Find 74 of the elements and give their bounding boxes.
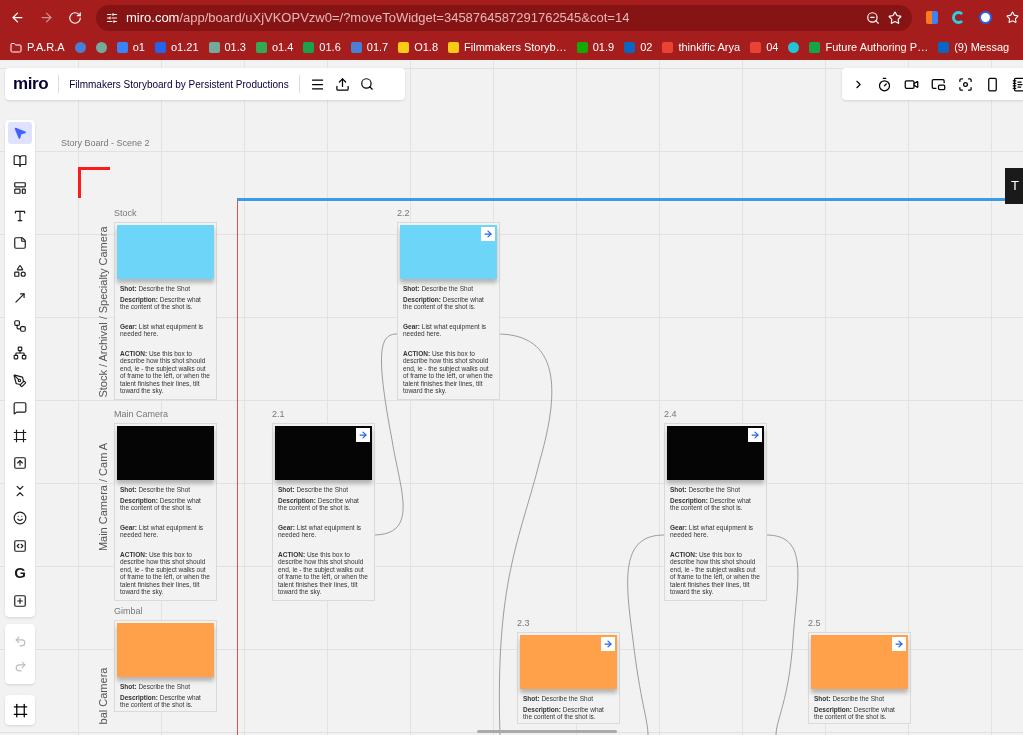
folder-icon — [10, 41, 22, 54]
upload-icon — [13, 456, 27, 470]
bookmark[interactable]: 01.7 — [350, 39, 389, 56]
frame-title: Story Board - Scene 2 — [61, 137, 150, 150]
focus-icon[interactable] — [958, 76, 973, 92]
diagram-icon — [13, 318, 27, 333]
back-icon[interactable] — [10, 10, 25, 25]
bookmark[interactable]: o1.21 — [154, 39, 199, 56]
search-icon[interactable] — [359, 77, 374, 91]
card-label: 2.5 — [808, 617, 821, 629]
share-icon[interactable] — [334, 76, 350, 92]
plus-icon — [13, 593, 27, 608]
ring-extension-icon[interactable] — [952, 11, 965, 24]
lane-label: Main Camera / Cam A — [95, 442, 110, 552]
code-icon — [13, 538, 27, 553]
bookmark[interactable]: o1.4 — [255, 39, 294, 56]
bookmark[interactable]: P.A.R.A — [10, 39, 65, 56]
lane-label: bal Camera — [95, 667, 110, 725]
picture-in-picture-icon[interactable] — [931, 76, 946, 92]
site-settings-icon[interactable] — [106, 11, 118, 24]
horizontal-scrollbar[interactable] — [477, 730, 617, 733]
comment-icon — [13, 401, 27, 415]
bookmark[interactable]: 04 — [750, 39, 779, 56]
bookmark[interactable]: 02 — [624, 39, 653, 56]
layout-icon — [13, 181, 27, 195]
book-icon — [13, 153, 27, 168]
board-title[interactable]: Filmmakers Storyboard by Persistent Productions — [69, 76, 289, 92]
card-label: Main Camera — [114, 408, 169, 420]
bookmark[interactable]: O1.8 — [398, 39, 439, 56]
round-extension-icon[interactable] — [979, 11, 992, 24]
sticky-note-icon — [13, 236, 27, 250]
card-label: 2.4 — [664, 408, 677, 420]
smiley-icon — [13, 511, 27, 525]
url-host: miro.com — [126, 8, 180, 27]
bookmark[interactable]: 01.6 — [303, 39, 341, 56]
bookmark-icon[interactable] — [95, 42, 107, 53]
notes-icon[interactable] — [1012, 76, 1023, 92]
shapes-icon — [13, 263, 27, 278]
network-icon — [13, 346, 27, 360]
text-icon — [13, 208, 27, 223]
url-path: /app/board/uXjVKOPVzw0=/?moveToWidget=3458764587291762545&cot=14 — [179, 8, 630, 27]
bookmark[interactable]: (9) Messag — [938, 39, 1010, 56]
lane-label: Stock / Archival / Specialty Camera — [95, 226, 110, 398]
bookmark[interactable]: Future Authoring P… — [809, 39, 929, 56]
dark-label: T — [1005, 168, 1023, 204]
chevrons-icon — [13, 483, 27, 498]
frame-icon — [12, 702, 28, 718]
zoom-out-icon[interactable] — [866, 10, 880, 25]
card-label: 2.2 — [397, 207, 410, 219]
pen-icon — [13, 373, 27, 388]
timer-icon[interactable] — [877, 76, 892, 92]
bookmark[interactable]: thinkific Arya — [662, 39, 741, 56]
card-label: Gimbal — [114, 605, 143, 617]
bookmark-icon[interactable] — [788, 42, 800, 53]
address-bar[interactable]: miro.com/app/board/uXjVKOPVzw0=/?moveToWidget=3458764587291762545&cot=14 — [96, 4, 912, 31]
bookmark[interactable]: Filmmakers Storyb… — [448, 39, 567, 56]
frame-icon — [13, 428, 27, 443]
bookmark-star-icon[interactable] — [888, 10, 902, 25]
bookmark[interactable]: 01.9 — [576, 39, 615, 56]
menu-icon[interactable] — [309, 76, 325, 92]
miro-logo[interactable]: miro — [13, 71, 49, 97]
card-label: Stock — [114, 207, 137, 219]
card-icon[interactable] — [985, 76, 1000, 92]
bookmark[interactable]: o1 — [116, 39, 145, 56]
pointer-icon — [13, 126, 27, 140]
card-label: 2.3 — [517, 617, 530, 629]
corner-marker — [78, 167, 110, 198]
card-label: 2.1 — [272, 408, 285, 420]
arrow-icon — [13, 291, 27, 305]
extension-star-icon[interactable] — [1006, 11, 1019, 24]
bookmark[interactable]: 01.3 — [208, 39, 246, 56]
tool-button[interactable]: G — [8, 562, 32, 584]
reload-icon[interactable] — [68, 10, 82, 25]
frames-button[interactable] — [5, 695, 35, 725]
